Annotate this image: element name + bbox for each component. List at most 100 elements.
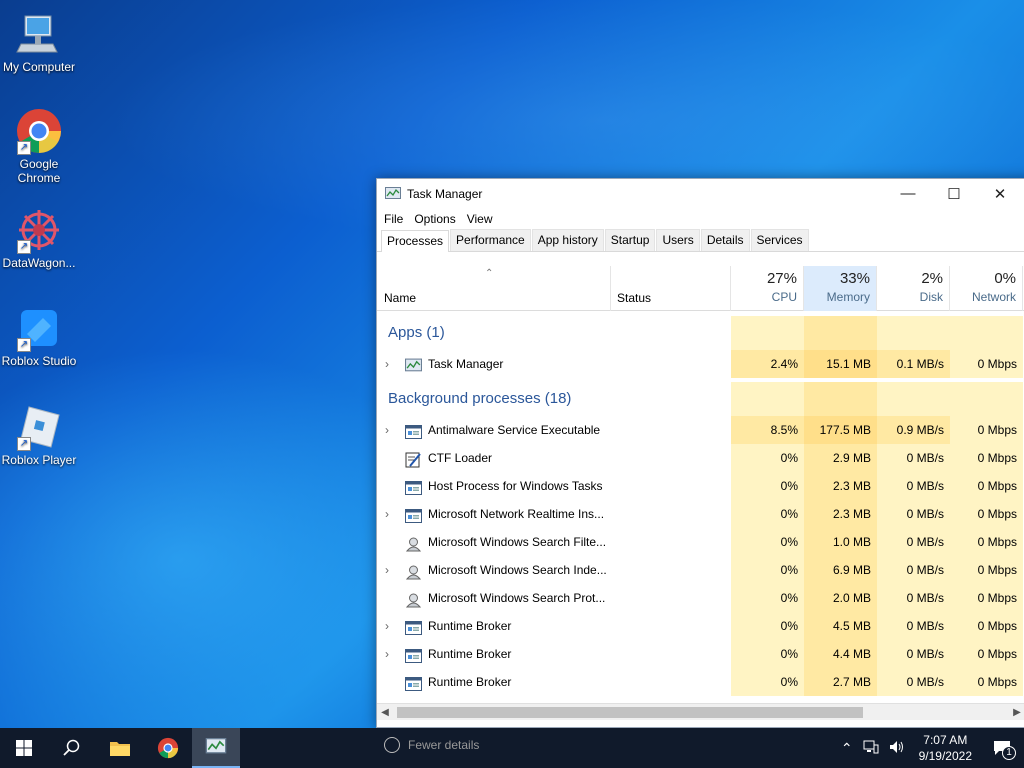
column-header-network[interactable]: 0% Network xyxy=(950,266,1023,311)
process-name-cell: › Task Manager xyxy=(377,350,731,378)
scroll-right-icon[interactable]: ▶ xyxy=(1009,704,1024,721)
menu-options[interactable]: Options xyxy=(411,212,463,226)
volume-icon[interactable] xyxy=(883,740,911,757)
process-network: 0 Mbps xyxy=(950,444,1023,472)
task-manager-icon xyxy=(385,186,401,199)
tab-details[interactable]: Details xyxy=(700,229,750,251)
notification-count: 1 xyxy=(1002,746,1016,760)
cpu-total: 27% xyxy=(766,270,797,287)
heat-cell xyxy=(950,316,1023,350)
service-icon xyxy=(405,422,422,439)
shortcut-arrow-icon: ↗ xyxy=(17,437,31,451)
tab-services[interactable]: Services xyxy=(750,229,809,251)
chevron-right-icon[interactable]: › xyxy=(385,500,389,528)
chevron-up-icon[interactable]: ⌃ xyxy=(835,740,859,757)
heat-cell xyxy=(731,382,804,416)
process-memory: 177.5 MB xyxy=(804,416,877,444)
chevron-right-icon[interactable]: › xyxy=(385,416,389,444)
process-network: 0 Mbps xyxy=(950,528,1023,556)
search-indexer-icon xyxy=(405,590,422,608)
folder-icon xyxy=(110,742,130,756)
task-manager-icon xyxy=(405,356,422,372)
process-cpu: 0% xyxy=(731,444,804,472)
fewer-details-label: Fewer details xyxy=(408,738,480,752)
scroll-left-icon[interactable]: ◀ xyxy=(377,704,393,721)
process-row[interactable]: Microsoft Windows Search Filte... 0% 1.0 M… xyxy=(377,528,1024,556)
fewer-details-button[interactable]: Fewer details xyxy=(384,737,479,753)
chevron-right-icon[interactable]: › xyxy=(385,556,389,584)
taskbar: ⌃ 7:07 AM 9/19/2022 1 xyxy=(0,728,1024,768)
taskbar-task-manager[interactable] xyxy=(192,728,240,768)
process-row[interactable]: Runtime Broker 0% 2.7 MB 0 MB/s 0 Mbps xyxy=(377,668,1024,696)
column-header-name[interactable]: ⌃ Name xyxy=(377,266,611,311)
process-disk: 0 MB/s xyxy=(877,528,950,556)
horizontal-scrollbar[interactable]: ◀ ▶ xyxy=(377,703,1024,720)
process-network: 0 Mbps xyxy=(950,416,1023,444)
process-row[interactable]: › Antimalware Service Executable 8.5% 177.5… xyxy=(377,416,1024,444)
tab-startup[interactable]: Startup xyxy=(604,229,656,251)
minimize-button[interactable]: — xyxy=(885,179,931,208)
close-button[interactable]: ✕ xyxy=(977,179,1023,208)
process-cpu: 0% xyxy=(731,528,804,556)
process-name: Task Manager xyxy=(428,357,504,371)
clock[interactable]: 7:07 AM 9/19/2022 xyxy=(911,732,980,764)
process-name-cell: › Runtime Broker xyxy=(377,640,731,668)
process-name-cell: Microsoft Windows Search Prot... xyxy=(377,584,731,612)
chevron-right-icon[interactable]: › xyxy=(385,640,389,668)
cpu-label: CPU xyxy=(771,290,797,304)
scroll-thumb[interactable] xyxy=(397,707,863,718)
chevron-right-icon[interactable]: › xyxy=(385,350,389,378)
taskbar-chrome[interactable] xyxy=(144,728,192,768)
disk-total: 2% xyxy=(921,270,943,287)
process-row[interactable]: › Task Manager 2.4% 15.1 MB 0.1 MB/s 0 Mbps xyxy=(377,350,1024,378)
title-bar[interactable]: Task Manager — ☐ ✕ xyxy=(377,179,1024,208)
desktop-icon-datawagon[interactable]: ↗ DataWagon... xyxy=(0,206,78,270)
chevron-right-icon[interactable]: › xyxy=(385,612,389,640)
column-header-status[interactable]: Status xyxy=(611,266,731,311)
sort-up-icon: ⌃ xyxy=(485,268,494,279)
maximize-button[interactable]: ☐ xyxy=(931,179,977,208)
heat-cell xyxy=(877,382,950,416)
heat-cell xyxy=(731,316,804,350)
network-icon[interactable] xyxy=(859,740,883,757)
process-name-cell: › Microsoft Network Realtime Ins... xyxy=(377,500,731,528)
menu-file[interactable]: File xyxy=(381,212,411,226)
search-button[interactable] xyxy=(48,728,96,768)
process-row[interactable]: Host Process for Windows Tasks 0% 2.3 MB 0 … xyxy=(377,472,1024,500)
process-row[interactable]: › Microsoft Network Realtime Ins... 0% 2.3 … xyxy=(377,500,1024,528)
column-header-memory[interactable]: 33% Memory xyxy=(804,266,877,311)
process-row[interactable]: › Runtime Broker 0% 4.5 MB 0 MB/s 0 Mbps xyxy=(377,612,1024,640)
start-button[interactable] xyxy=(0,728,48,768)
group-label: Background processes (18) xyxy=(388,390,572,407)
heat-cell xyxy=(804,316,877,350)
column-header-disk[interactable]: 2% Disk xyxy=(877,266,950,311)
desktop-icon-roblox-player[interactable]: ↗ Roblox Player xyxy=(0,403,78,467)
computer-icon xyxy=(15,10,63,58)
process-row[interactable]: › Runtime Broker 0% 4.4 MB 0 MB/s 0 Mbps xyxy=(377,640,1024,668)
tab-performance[interactable]: Performance xyxy=(450,229,531,251)
process-row[interactable]: › Microsoft Windows Search Inde... 0% 6.9 M… xyxy=(377,556,1024,584)
process-name-cell: › Runtime Broker xyxy=(377,612,731,640)
tab-users[interactable]: Users xyxy=(656,229,700,251)
tab-app-history[interactable]: App history xyxy=(531,229,604,251)
notification-center-button[interactable]: 1 xyxy=(980,728,1024,768)
process-row[interactable]: Microsoft Windows Search Prot... 0% 2.0 MB… xyxy=(377,584,1024,612)
taskbar-file-explorer[interactable] xyxy=(96,728,144,768)
desktop-icon-google-chrome[interactable]: ↗ Google Chrome xyxy=(0,107,78,185)
shortcut-arrow-icon: ↗ xyxy=(17,141,31,155)
process-disk: 0 MB/s xyxy=(877,556,950,584)
service-icon xyxy=(405,618,422,635)
desktop-icon-my-computer[interactable]: My Computer xyxy=(0,10,78,74)
process-cpu: 0% xyxy=(731,640,804,668)
desktop-icon-roblox-studio[interactable]: ↗ Roblox Studio xyxy=(0,304,78,368)
process-memory: 4.5 MB xyxy=(804,612,877,640)
tab-processes[interactable]: Processes xyxy=(381,230,450,252)
datawagon-icon: ↗ xyxy=(15,206,63,254)
process-name: Microsoft Windows Search Inde... xyxy=(428,563,607,577)
process-name-cell: › Antimalware Service Executable xyxy=(377,416,731,444)
service-icon xyxy=(405,674,422,691)
process-name: Antimalware Service Executable xyxy=(428,423,601,437)
menu-view[interactable]: View xyxy=(464,212,501,226)
process-row[interactable]: CTF Loader 0% 2.9 MB 0 MB/s 0 Mbps xyxy=(377,444,1024,472)
column-header-cpu[interactable]: 27% CPU xyxy=(731,266,804,311)
